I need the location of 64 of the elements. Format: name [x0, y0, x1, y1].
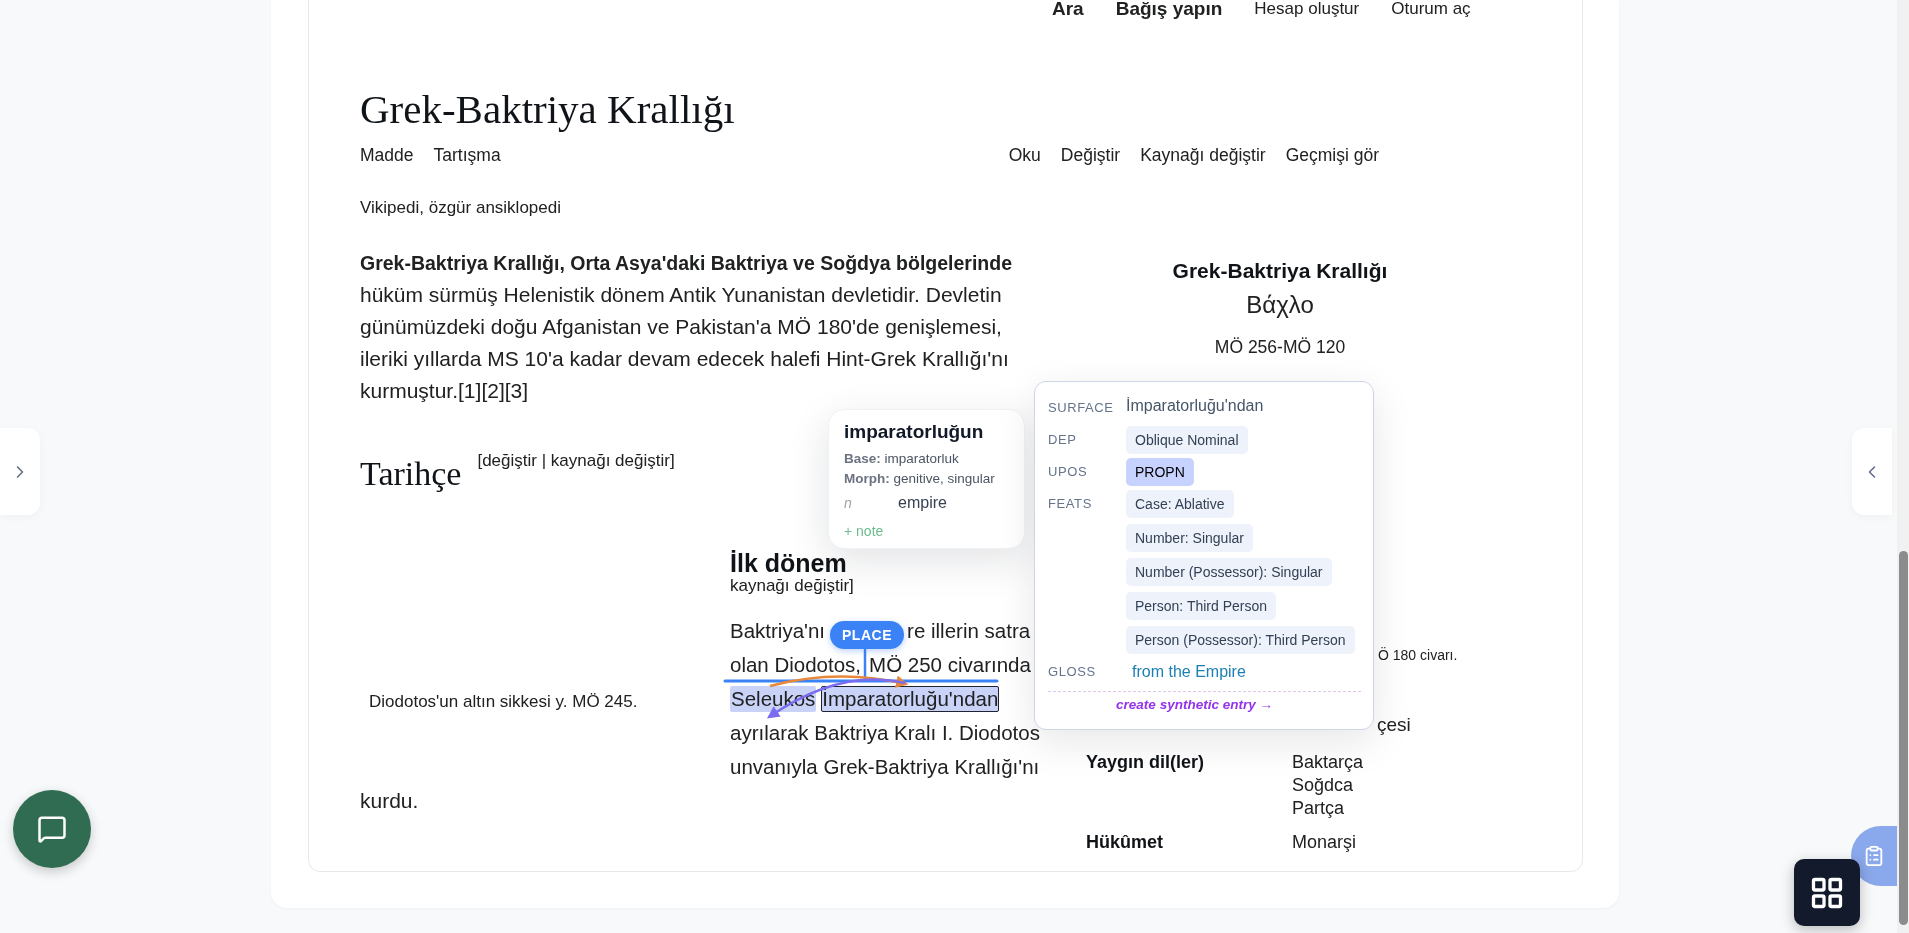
morphology: Morph: genitive, singular — [844, 470, 996, 488]
selected-token[interactable]: İmparatorluğu'ndan — [821, 686, 1000, 712]
body-text: unvanıyla Grek-Baktriya Krallığı'nı — [730, 756, 1040, 778]
infobox-label: Hükûmet — [1086, 831, 1164, 854]
feature-tag[interactable]: Person (Possessor): Third Person — [1126, 626, 1355, 654]
native-name: Βάχλο — [1245, 290, 1315, 320]
infobox-dates: MÖ 256-MÖ 120 — [1213, 336, 1347, 359]
infobox-text: Ö 180 civarı. — [1378, 646, 1458, 664]
header-link[interactable]: Oturum aç — [1391, 0, 1471, 19]
feature-tag[interactable]: Case: Ablative — [1126, 490, 1234, 518]
body-text: ayrılarak Baktriya Kralı I. Diodotos — [730, 722, 1040, 744]
subsection-heading: İlk dönem — [730, 550, 848, 576]
field-label: SURFACE — [1048, 399, 1115, 417]
view-tab[interactable]: Değiştir — [1060, 143, 1121, 167]
entity-label: PLACE — [830, 621, 904, 649]
pos-tag[interactable]: PROPN — [1126, 458, 1194, 486]
highlighted-token[interactable]: Seleukos — [730, 686, 817, 712]
token-word: imparatorluğun — [844, 420, 985, 444]
view-tab[interactable]: Kaynağı değiştir — [1140, 143, 1266, 167]
page-tab[interactable]: Madde — [360, 143, 414, 167]
site-tagline: Vikipedi, özgür ansiklopedi — [360, 197, 562, 219]
notes-button[interactable] — [1851, 826, 1897, 886]
body-text: kurdu. — [360, 789, 420, 813]
body-text: Baktriya'nı — [730, 620, 826, 642]
gloss-text: from the Empire — [1131, 662, 1247, 682]
chat-icon — [37, 814, 67, 844]
part-of-speech: n — [844, 495, 853, 511]
section-heading: Tarihçe — [360, 454, 462, 494]
chat-button[interactable] — [13, 790, 91, 868]
infobox-value: Soğdca — [1292, 774, 1355, 797]
view-tab[interactable]: Geçmişi gör — [1285, 143, 1379, 167]
field-label: DEP — [1048, 431, 1078, 449]
infobox-value: Monarşi — [1292, 831, 1358, 854]
article-title: Grek-Baktriya Krallığı — [360, 85, 736, 133]
infobox-value: Partça — [1292, 797, 1346, 820]
infobox-label: Yaygın dil(ler) — [1086, 751, 1206, 774]
header-link[interactable]: Hesap oluştur — [1254, 0, 1360, 19]
feature-tag[interactable]: Number (Possessor): Singular — [1126, 558, 1332, 586]
edit-links[interactable]: [değiştir | kaynağı değiştir] — [477, 450, 675, 472]
body-text: MÖ 250 civarında — [869, 654, 1031, 676]
infobox-text: çesi — [1377, 713, 1411, 737]
base-form: Base: imparatorluk — [844, 450, 960, 468]
body-text: olan Diodotos, — [730, 654, 862, 676]
header-link[interactable]: Ara — [1052, 0, 1084, 20]
header-link[interactable]: Bağış yapın — [1115, 0, 1223, 20]
surface-form: İmparatorluğu'ndan — [1126, 396, 1265, 416]
page-tab[interactable]: Tartışma — [433, 143, 501, 167]
feature-tag[interactable]: Number: Singular — [1126, 524, 1253, 552]
image-caption: Diodotos'un altın sikkesi y. MÖ 245. — [368, 691, 639, 713]
field-label: UPOS — [1048, 463, 1089, 481]
field-label: GLOSS — [1048, 663, 1097, 681]
body-text: re illerin satra — [907, 620, 1031, 642]
create-entry-link[interactable]: create synthetic entry → — [1116, 696, 1273, 714]
token-gloss: empire — [898, 493, 947, 513]
dep-tag[interactable]: Oblique Nominal — [1126, 426, 1248, 454]
clipboard-icon — [1863, 845, 1885, 867]
field-label: FEATS — [1048, 495, 1093, 513]
lead-paragraph: Grek-Baktriya Krallığı, Orta Asya'daki Baktriya ve Soğdya bölgelerinde hüküm sürmüş Helenistik dönem Antik Yunanistan devletidir. Devletin günümüzdeki doğu Afganistan ve Pakistan'a MÖ 180'de genişlemesi, ileriki yıllarda MS 10'a kadar devam edecek halefi Hint-Grek Krallığı'nı kurmuştur.[1][2][3] — [360, 251, 1013, 404]
scrollbar-thumb[interactable] — [1899, 551, 1908, 925]
feature-tag[interactable]: Person: Third Person — [1126, 592, 1277, 620]
infobox-value: Baktarça — [1292, 751, 1365, 774]
infobox-title: Grek-Baktriya Krallığı — [1171, 258, 1389, 284]
view-tab[interactable]: Oku — [1008, 143, 1041, 167]
apps-button[interactable] — [1794, 859, 1860, 926]
